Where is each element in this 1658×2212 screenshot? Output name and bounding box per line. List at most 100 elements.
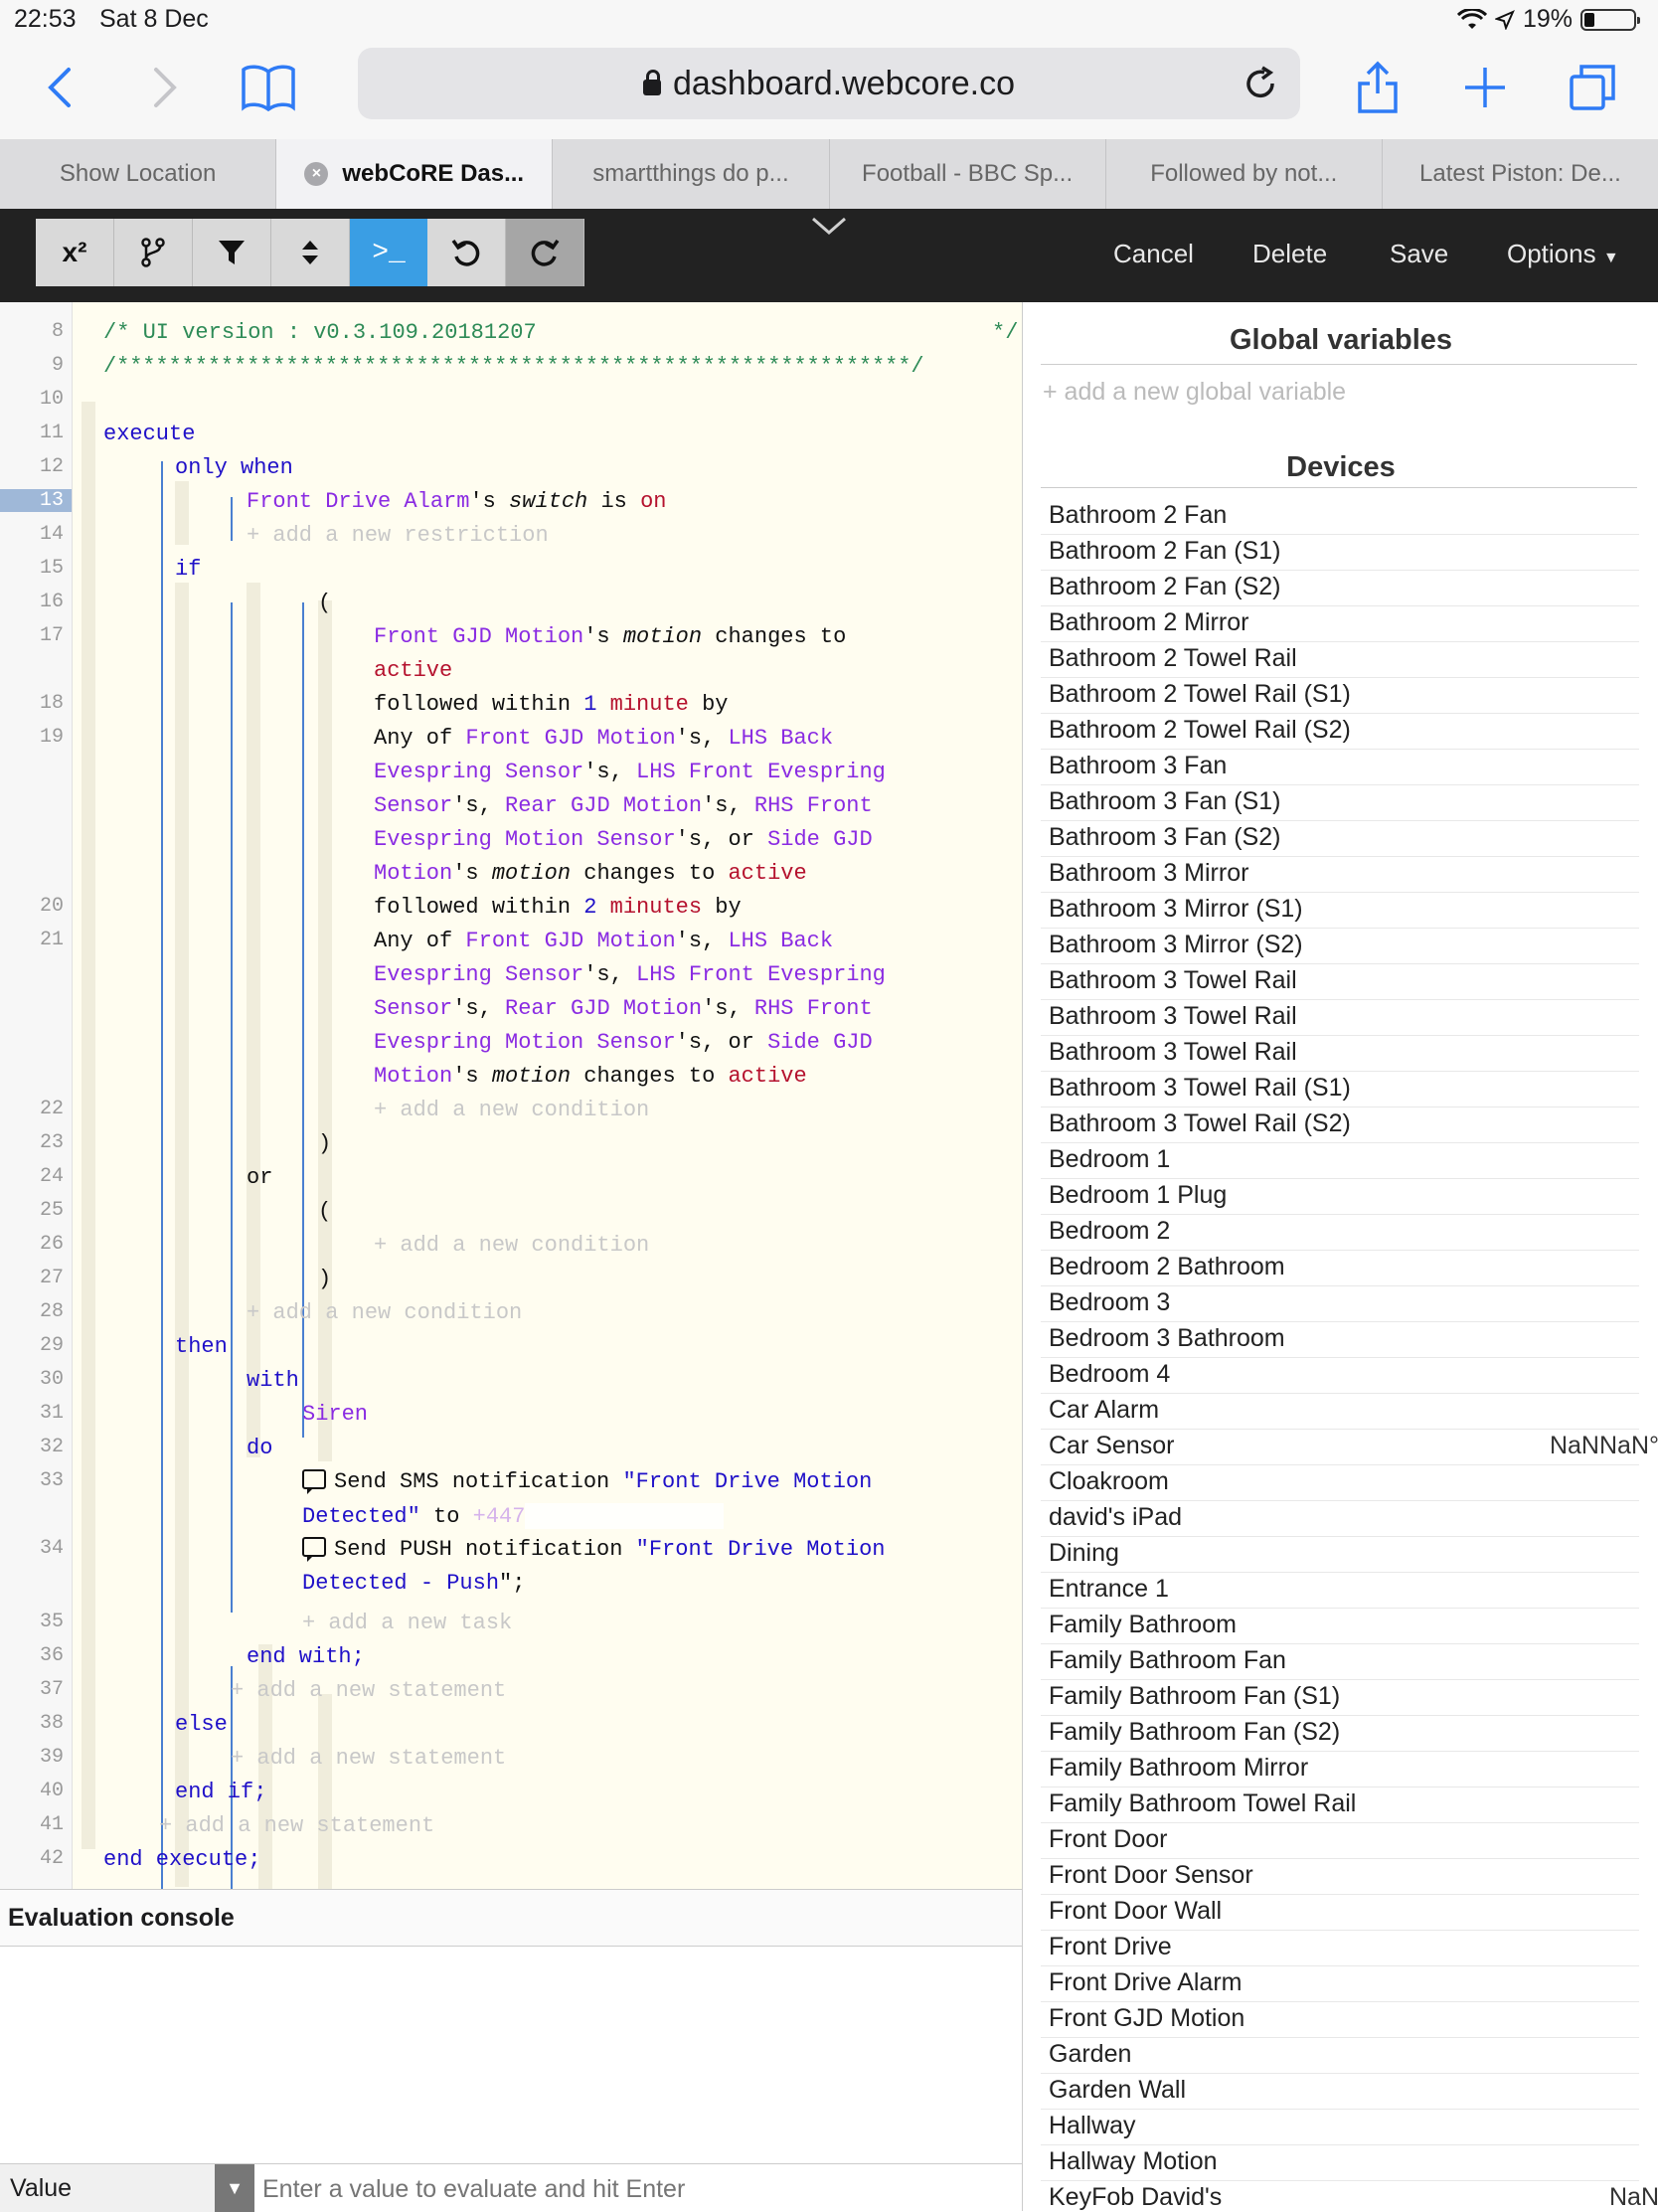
url-bar[interactable]: dashboard.webcore.co (358, 48, 1300, 119)
code-line[interactable]: Front Drive Alarm's switch is on (247, 489, 666, 514)
comment-icon[interactable] (302, 1469, 326, 1494)
superscript-button[interactable]: x² (36, 219, 114, 286)
device-item[interactable]: Bathroom 2 Fan (S1) (1041, 535, 1639, 571)
device-item[interactable]: Bathroom 2 Towel Rail (1041, 642, 1639, 678)
device-item[interactable]: Bathroom 3 Towel Rail (1041, 1000, 1639, 1036)
code-line[interactable]: end if; (175, 1780, 266, 1804)
device-item[interactable]: Bathroom 3 Towel Rail (1041, 964, 1639, 1000)
evaluate-input[interactable] (260, 2168, 1000, 2210)
device-item[interactable]: Bathroom 2 Fan (S2) (1041, 571, 1639, 606)
device-item[interactable]: Car Alarm (1041, 1394, 1639, 1430)
collapse-chevron-icon[interactable] (809, 215, 849, 244)
code-line[interactable]: Front GJD Motion's motion changes to (374, 624, 846, 649)
add-statement-link[interactable]: + add a new statement (231, 1678, 506, 1703)
delete-button[interactable]: Delete (1252, 239, 1327, 269)
bookmarks-icon[interactable] (239, 58, 298, 117)
device-item[interactable]: Hallway Motion (1041, 2145, 1639, 2181)
sort-button[interactable] (271, 219, 350, 286)
tab-latest-piston[interactable]: Latest Piston: De... (1383, 139, 1658, 209)
add-condition-link[interactable]: + add a new condition (247, 1300, 522, 1325)
device-item[interactable]: Bedroom 1 (1041, 1143, 1639, 1179)
add-task-link[interactable]: + add a new task (302, 1611, 512, 1635)
code-editor[interactable]: 8 9 10 11 12 13 14 15 16 17 18 19 20 21 … (0, 302, 1022, 1889)
device-item[interactable]: Bathroom 3 Mirror (1041, 857, 1639, 893)
add-statement-link[interactable]: + add a new statement (231, 1746, 506, 1771)
device-item[interactable]: Bathroom 3 Fan (S2) (1041, 821, 1639, 857)
device-item[interactable]: Family Bathroom Fan (S2) (1041, 1716, 1639, 1752)
undo-button[interactable] (427, 219, 506, 286)
device-item[interactable]: david's iPad (1041, 1501, 1639, 1537)
code-line[interactable]: or (247, 1165, 272, 1190)
device-item[interactable]: Hallway (1041, 2110, 1639, 2145)
forward-icon[interactable] (135, 58, 195, 117)
device-item[interactable]: KeyFob David's NaN (1041, 2181, 1658, 2211)
device-item[interactable]: Front Door (1041, 1823, 1639, 1859)
code-line[interactable]: followed within 2 minutes by (374, 895, 742, 920)
add-global-variable-link[interactable]: + add a new global variable (1043, 378, 1346, 407)
device-item[interactable]: Bathroom 2 Towel Rail (S2) (1041, 714, 1639, 750)
device-item[interactable]: Car Sensor NaNNaN° (1041, 1430, 1658, 1465)
code-line[interactable]: Send PUSH notification "Front Drive Moti… (302, 1537, 886, 1562)
options-button[interactable]: Options ▼ (1507, 239, 1619, 269)
device-item[interactable]: Bedroom 2 Bathroom (1041, 1251, 1639, 1286)
device-item[interactable]: Bathroom 3 Fan (1041, 750, 1639, 785)
device-item[interactable]: Front GJD Motion (1041, 2002, 1639, 2038)
add-condition-link[interactable]: + add a new condition (374, 1098, 649, 1122)
device-item[interactable]: Bathroom 3 Mirror (S1) (1041, 893, 1639, 929)
code-line[interactable]: Any of Front GJD Motion's, LHS Back (374, 929, 833, 953)
device-item[interactable]: Front Door Wall (1041, 1895, 1639, 1931)
code-line[interactable]: end execute; (103, 1847, 260, 1872)
redo-button[interactable] (506, 219, 584, 286)
device-item[interactable]: Family Bathroom (1041, 1609, 1639, 1644)
device-item[interactable]: Bedroom 3 Bathroom (1041, 1322, 1639, 1358)
device-item[interactable]: Garden (1041, 2038, 1639, 2074)
save-button[interactable]: Save (1390, 239, 1448, 269)
add-condition-link[interactable]: + add a new condition (374, 1233, 649, 1258)
tab-followed-by[interactable]: Followed by not... (1106, 139, 1383, 209)
code-line[interactable]: execute (103, 422, 195, 446)
device-item[interactable]: Bathroom 3 Towel Rail (1041, 1036, 1639, 1072)
filter-button[interactable] (193, 219, 271, 286)
tab-webcore-dashboard[interactable]: × webCoRE Das... (276, 139, 554, 209)
device-item[interactable]: Bathroom 3 Towel Rail (S2) (1041, 1107, 1639, 1143)
code-line[interactable]: if (175, 557, 201, 582)
code-line[interactable]: else (175, 1712, 228, 1737)
device-item[interactable]: Family Bathroom Fan (1041, 1644, 1639, 1680)
tab-football-bbc[interactable]: Football - BBC Sp... (830, 139, 1106, 209)
dropdown-arrow-icon[interactable]: ▼ (215, 2164, 254, 2212)
device-item[interactable]: Family Bathroom Fan (S1) (1041, 1680, 1639, 1716)
device-item[interactable]: Front Drive Alarm (1041, 1966, 1639, 2002)
code-line[interactable]: Siren (302, 1402, 368, 1427)
back-icon[interactable] (30, 58, 89, 117)
code-line[interactable]: Send SMS notification "Front Drive Motio… (302, 1469, 872, 1494)
code-line[interactable]: do (247, 1436, 272, 1460)
device-item[interactable]: Bedroom 4 (1041, 1358, 1639, 1394)
device-item[interactable]: Front Door Sensor (1041, 1859, 1639, 1895)
add-restriction-link[interactable]: + add a new restriction (247, 523, 549, 548)
device-item[interactable]: Entrance 1 (1041, 1573, 1639, 1609)
code-line[interactable]: with (247, 1368, 299, 1393)
code-line[interactable]: end with; (247, 1644, 365, 1669)
code-line[interactable]: followed within 1 minute by (374, 692, 728, 717)
device-item[interactable]: Garden Wall (1041, 2074, 1639, 2110)
new-tab-icon[interactable] (1455, 58, 1515, 117)
device-item[interactable]: Bedroom 1 Plug (1041, 1179, 1639, 1215)
tab-show-location[interactable]: Show Location (0, 139, 277, 209)
device-item[interactable]: Bathroom 2 Mirror (1041, 606, 1639, 642)
device-item[interactable]: Front Drive (1041, 1931, 1639, 1966)
device-item[interactable]: Bathroom 2 Towel Rail (S1) (1041, 678, 1639, 714)
comment-icon[interactable] (302, 1537, 326, 1562)
share-icon[interactable] (1348, 58, 1408, 117)
reload-icon[interactable] (1243, 66, 1278, 110)
fork-button[interactable] (114, 219, 193, 286)
cancel-button[interactable]: Cancel (1113, 239, 1194, 269)
device-item[interactable]: Bedroom 3 (1041, 1286, 1639, 1322)
add-statement-link[interactable]: + add a new statement (159, 1813, 434, 1838)
code-line[interactable]: Any of Front GJD Motion's, LHS Back (374, 726, 833, 751)
code-line[interactable]: only when (175, 455, 293, 480)
console-button[interactable]: >_ (350, 219, 428, 286)
code-line[interactable]: then (175, 1334, 228, 1359)
device-item[interactable]: Bathroom 3 Mirror (S2) (1041, 929, 1639, 964)
tabs-overview-icon[interactable] (1563, 58, 1622, 117)
device-item[interactable]: Bedroom 2 (1041, 1215, 1639, 1251)
